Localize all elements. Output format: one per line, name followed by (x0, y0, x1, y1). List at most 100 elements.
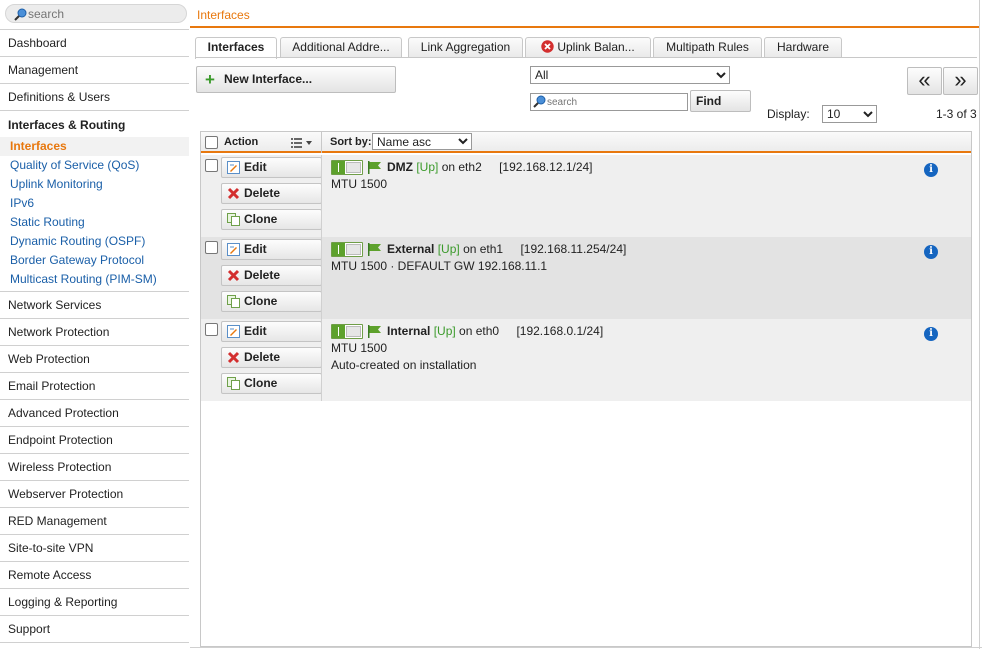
sidebar-subitem-ipv6[interactable]: IPv6 (0, 194, 189, 213)
delete-label: Delete (244, 186, 281, 200)
display-label: Display: (767, 107, 810, 121)
edit-button[interactable]: Edit (221, 157, 322, 178)
enable-toggle[interactable] (331, 160, 363, 175)
interface-detail: MTU 1500 (331, 341, 388, 355)
clone-button[interactable]: Clone (221, 373, 322, 394)
interface-hardware: on eth0 (459, 324, 500, 338)
sidebar-item-email-protection[interactable]: Email Protection (0, 373, 189, 400)
interface-status: [Up] (437, 242, 460, 256)
list-search[interactable] (530, 93, 688, 111)
search-input[interactable] (28, 6, 178, 21)
sidebar-item-remote-access[interactable]: Remote Access (0, 562, 189, 589)
interface-address: [192.168.0.1/24] (516, 324, 604, 338)
pager-next-button[interactable]: » (943, 67, 978, 95)
double-chevron-left-icon: « (918, 67, 931, 92)
interface-address: [192.168.11.254/24] (520, 242, 627, 256)
sidebar-group-interfaces-routing: Interfaces & Routing Interfaces Quality … (0, 111, 189, 292)
row-checkbox[interactable] (205, 323, 218, 336)
sidebar-subitem-static-routing[interactable]: Static Routing (0, 213, 189, 232)
sidebar-subitem-uplink-monitoring[interactable]: Uplink Monitoring (0, 175, 189, 194)
sidebar-item-management[interactable]: Management (0, 57, 189, 84)
interface-comment: Auto-created on installation (331, 358, 477, 372)
interface-address: [192.168.12.1/24] (499, 160, 593, 174)
sidebar-item-web-protection[interactable]: Web Protection (0, 346, 189, 373)
sidebar-subitem-ospf[interactable]: Dynamic Routing (OSPF) (0, 232, 189, 251)
sidebar-subitem-bgp[interactable]: Border Gateway Protocol (0, 251, 189, 270)
tab-multipath-rules[interactable]: Multipath Rules (653, 37, 762, 58)
column-divider (321, 237, 322, 319)
info-icon[interactable]: i (924, 327, 938, 341)
tab-label: Link Aggregation (420, 40, 511, 54)
sidebar-item-interfaces-routing[interactable]: Interfaces & Routing (0, 111, 189, 137)
tab-hardware[interactable]: Hardware (764, 37, 842, 58)
edit-button[interactable]: Edit (221, 321, 322, 342)
enable-toggle[interactable] (331, 324, 363, 339)
sidebar-subitem-interfaces[interactable]: Interfaces (0, 137, 189, 156)
pager-prev-button[interactable]: « (907, 67, 942, 95)
delete-button[interactable]: Delete (221, 183, 322, 204)
column-divider (321, 155, 322, 237)
sidebar-item-network-services[interactable]: Network Services (0, 292, 189, 319)
info-icon[interactable]: i (924, 163, 938, 177)
interface-summary: External [Up] on eth1 [192.168.11.254/24… (387, 242, 626, 256)
clone-button[interactable]: Clone (221, 209, 322, 230)
tab-additional-addresses[interactable]: Additional Addre... (280, 37, 402, 58)
enable-toggle[interactable] (331, 242, 363, 257)
interface-name: External (387, 242, 435, 256)
clone-label: Clone (244, 376, 278, 390)
interface-detail: MTU 1500 · DEFAULT GW 192.168.11.1 (331, 259, 548, 273)
display-select[interactable]: 10 (822, 105, 877, 123)
filter-select[interactable]: All (530, 66, 730, 84)
delete-label: Delete (244, 268, 281, 282)
sidebar-item-endpoint-protection[interactable]: Endpoint Protection (0, 427, 189, 454)
tab-label: Interfaces (207, 40, 265, 54)
edit-label: Edit (244, 160, 267, 174)
toggle-knob (346, 162, 361, 173)
sidebar-item-dashboard[interactable]: Dashboard (0, 30, 189, 57)
double-chevron-right-icon: » (954, 67, 967, 92)
sidebar-item-logging-reporting[interactable]: Logging & Reporting (0, 589, 189, 616)
delete-button[interactable]: Delete (221, 347, 322, 368)
row-checkbox[interactable] (205, 159, 218, 172)
sidebar-item-webserver-protection[interactable]: Webserver Protection (0, 481, 189, 508)
sidebar-item-network-protection[interactable]: Network Protection (0, 319, 189, 346)
sidebar-item-definitions-users[interactable]: Definitions & Users (0, 84, 189, 111)
sidebar-item-support[interactable]: Support (0, 616, 189, 643)
edit-icon (227, 325, 240, 338)
select-all-checkbox[interactable] (205, 136, 218, 149)
delete-icon (227, 187, 240, 200)
sidebar-search[interactable] (5, 4, 187, 23)
tab-divider (195, 57, 977, 58)
delete-label: Delete (244, 350, 281, 364)
sidebar: Dashboard Management Definitions & Users… (0, 0, 190, 649)
clone-button[interactable]: Clone (221, 291, 322, 312)
interface-name: DMZ (387, 160, 413, 174)
interface-hardware: on eth2 (441, 160, 482, 174)
row-checkbox[interactable] (205, 241, 218, 254)
find-button[interactable]: Find (690, 90, 751, 112)
edit-button[interactable]: Edit (221, 239, 322, 260)
delete-button[interactable]: Delete (221, 265, 322, 286)
sidebar-item-red-management[interactable]: RED Management (0, 508, 189, 535)
tab-label: Hardware (776, 40, 830, 54)
sidebar-item-advanced-protection[interactable]: Advanced Protection (0, 400, 189, 427)
sidebar-subitem-multicast[interactable]: Multicast Routing (PIM-SM) (0, 270, 189, 289)
sidebar-menu: Dashboard Management Definitions & Users… (0, 29, 189, 643)
action-header: Action (224, 136, 259, 148)
sort-select[interactable]: Name asc (372, 133, 472, 150)
tab-interfaces[interactable]: Interfaces (195, 37, 277, 59)
list-search-input[interactable] (547, 95, 685, 109)
sidebar-item-wireless-protection[interactable]: Wireless Protection (0, 454, 189, 481)
sidebar-item-site-to-site-vpn[interactable]: Site-to-site VPN (0, 535, 189, 562)
tab-link-aggregation[interactable]: Link Aggregation (408, 37, 523, 58)
delete-icon (227, 269, 240, 282)
plus-icon: + (205, 70, 215, 89)
info-icon[interactable]: i (924, 245, 938, 259)
tab-uplink-balancing[interactable]: Uplink Balan... (525, 37, 651, 58)
sidebar-subitem-qos[interactable]: Quality of Service (QoS) (0, 156, 189, 175)
header-divider (321, 132, 322, 153)
toggle-on-indicator (332, 325, 345, 338)
new-interface-button[interactable]: + New Interface... (196, 66, 396, 93)
edit-icon (227, 161, 240, 174)
column-menu-icon[interactable] (291, 138, 315, 148)
